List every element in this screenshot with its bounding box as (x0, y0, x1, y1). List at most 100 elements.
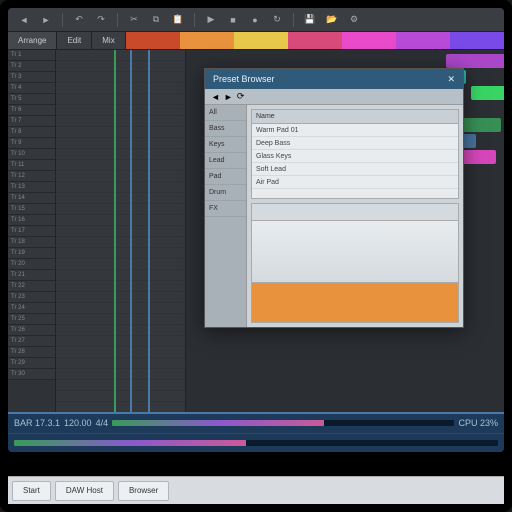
track-header[interactable]: Tr 30 (8, 369, 55, 380)
track-header[interactable]: Tr 5 (8, 94, 55, 105)
preset-item[interactable]: Glass Keys (252, 150, 458, 163)
stop-button[interactable]: ■ (225, 12, 241, 28)
paste-button[interactable]: 📋 (170, 12, 186, 28)
track-header[interactable]: Tr 7 (8, 116, 55, 127)
track-header[interactable]: Tr 18 (8, 237, 55, 248)
track-header[interactable]: Tr 6 (8, 105, 55, 116)
copy-button[interactable]: ⧉ (148, 12, 164, 28)
track-labels: Tr 1Tr 2Tr 3Tr 4Tr 5Tr 6Tr 7Tr 8Tr 9Tr 1… (8, 50, 56, 412)
track-header[interactable]: Tr 1 (8, 50, 55, 61)
color-swatch (180, 32, 234, 49)
track-lanes[interactable] (56, 50, 185, 412)
track-header[interactable]: Tr 24 (8, 303, 55, 314)
color-swatch (342, 32, 396, 49)
track-header[interactable]: Tr 12 (8, 171, 55, 182)
track-header[interactable]: Tr 21 (8, 270, 55, 281)
tab-arrange[interactable]: Arrange (8, 32, 57, 49)
open-button[interactable]: 📂 (324, 12, 340, 28)
category-lead[interactable]: Lead (205, 153, 246, 169)
color-swatch (126, 32, 180, 49)
track-header[interactable]: Tr 23 (8, 292, 55, 303)
category-drum[interactable]: Drum (205, 185, 246, 201)
track-header[interactable]: Tr 19 (8, 248, 55, 259)
playhead-marker[interactable] (130, 50, 132, 412)
color-strip (126, 32, 504, 49)
category-keys[interactable]: Keys (205, 137, 246, 153)
preview-area (251, 203, 459, 323)
level-meter (112, 420, 454, 426)
preset-item[interactable]: Deep Bass (252, 137, 458, 150)
forward-icon[interactable]: ► (224, 92, 233, 102)
main-area: Tr 1Tr 2Tr 3Tr 4Tr 5Tr 6Tr 7Tr 8Tr 9Tr 1… (8, 50, 504, 412)
preset-browser-dialog[interactable]: Preset Browser ✕ ◄ ► ⟳ AllBassKeysLeadPa… (204, 68, 464, 328)
track-header[interactable]: Tr 3 (8, 72, 55, 83)
refresh-icon[interactable]: ⟳ (237, 91, 245, 102)
playhead-marker[interactable] (114, 50, 116, 412)
taskbar-item[interactable]: Start (12, 481, 51, 501)
tab-edit[interactable]: Edit (57, 32, 92, 49)
track-header[interactable]: Tr 28 (8, 347, 55, 358)
preview-waveform[interactable] (251, 221, 459, 283)
close-icon[interactable]: ✕ (447, 74, 455, 85)
back-icon[interactable]: ◄ (211, 92, 220, 102)
color-swatch (396, 32, 450, 49)
track-header[interactable]: Tr 14 (8, 193, 55, 204)
track-header[interactable]: Tr 20 (8, 259, 55, 270)
track-header[interactable]: Tr 17 (8, 226, 55, 237)
dialog-title: Preset Browser (213, 74, 275, 84)
category-all[interactable]: All (205, 105, 246, 121)
track-header[interactable]: Tr 11 (8, 160, 55, 171)
taskbar-item[interactable]: Browser (118, 481, 169, 501)
category-bass[interactable]: Bass (205, 121, 246, 137)
track-header[interactable]: Tr 13 (8, 182, 55, 193)
play-button[interactable]: ▶ (203, 12, 219, 28)
track-header[interactable]: Tr 4 (8, 83, 55, 94)
dialog-toolbar: ◄ ► ⟳ (205, 89, 463, 105)
track-header[interactable]: Tr 15 (8, 204, 55, 215)
track-header[interactable]: Tr 10 (8, 149, 55, 160)
os-taskbar[interactable]: StartDAW HostBrowser (8, 476, 504, 504)
track-header[interactable]: Tr 26 (8, 325, 55, 336)
save-button[interactable]: 💾 (302, 12, 318, 28)
color-swatch (234, 32, 288, 49)
main-toolbar: ◄ ► ↶ ↷ ✂ ⧉ 📋 ▶ ■ ● ↻ 💾 📂 ⚙ (8, 8, 504, 32)
category-fx[interactable]: FX (205, 201, 246, 217)
timesig-readout[interactable]: 4/4 (96, 418, 109, 428)
undo-button[interactable]: ↶ (71, 12, 87, 28)
record-button[interactable]: ● (247, 12, 263, 28)
forward-button[interactable]: ► (38, 12, 54, 28)
playhead-marker[interactable] (148, 50, 150, 412)
track-header[interactable]: Tr 9 (8, 138, 55, 149)
preset-list[interactable]: Name Warm Pad 01Deep BassGlass KeysSoft … (251, 109, 459, 199)
preset-item[interactable]: Soft Lead (252, 163, 458, 176)
track-header[interactable]: Tr 16 (8, 215, 55, 226)
cut-button[interactable]: ✂ (126, 12, 142, 28)
preset-item[interactable]: Warm Pad 01 (252, 124, 458, 137)
tab-strip: ArrangeEditMix (8, 32, 504, 50)
dialog-titlebar[interactable]: Preset Browser ✕ (205, 69, 463, 89)
position-readout: BAR 17.3.1 (14, 418, 60, 428)
audio-clip[interactable] (471, 86, 504, 100)
monitor-bezel: ◄►↶↷✂⧉📋▶■●↻💾📂⚙ ArrangeEditMix Tr 1Tr 2Tr… (0, 0, 512, 512)
taskbar-item[interactable]: DAW Host (55, 481, 114, 501)
arrangement-view[interactable]: Preset Browser ✕ ◄ ► ⟳ AllBassKeysLeadPa… (186, 50, 504, 412)
category-pad[interactable]: Pad (205, 169, 246, 185)
tempo-readout[interactable]: 120.00 (64, 418, 92, 428)
track-header[interactable]: Tr 22 (8, 281, 55, 292)
dialog-sidebar: AllBassKeysLeadPadDrumFX (205, 105, 247, 327)
cpu-readout: CPU 23% (458, 418, 498, 428)
track-header[interactable]: Tr 8 (8, 127, 55, 138)
back-button[interactable]: ◄ (16, 12, 32, 28)
track-panel: Tr 1Tr 2Tr 3Tr 4Tr 5Tr 6Tr 7Tr 8Tr 9Tr 1… (8, 50, 186, 412)
settings-button[interactable]: ⚙ (346, 12, 362, 28)
redo-button[interactable]: ↷ (93, 12, 109, 28)
tab-mix[interactable]: Mix (92, 32, 125, 49)
track-header[interactable]: Tr 25 (8, 314, 55, 325)
track-header[interactable]: Tr 29 (8, 358, 55, 369)
audio-clip[interactable] (446, 54, 504, 68)
loop-button[interactable]: ↻ (269, 12, 285, 28)
preset-item[interactable]: Air Pad (252, 176, 458, 189)
color-swatch (288, 32, 342, 49)
track-header[interactable]: Tr 2 (8, 61, 55, 72)
track-header[interactable]: Tr 27 (8, 336, 55, 347)
